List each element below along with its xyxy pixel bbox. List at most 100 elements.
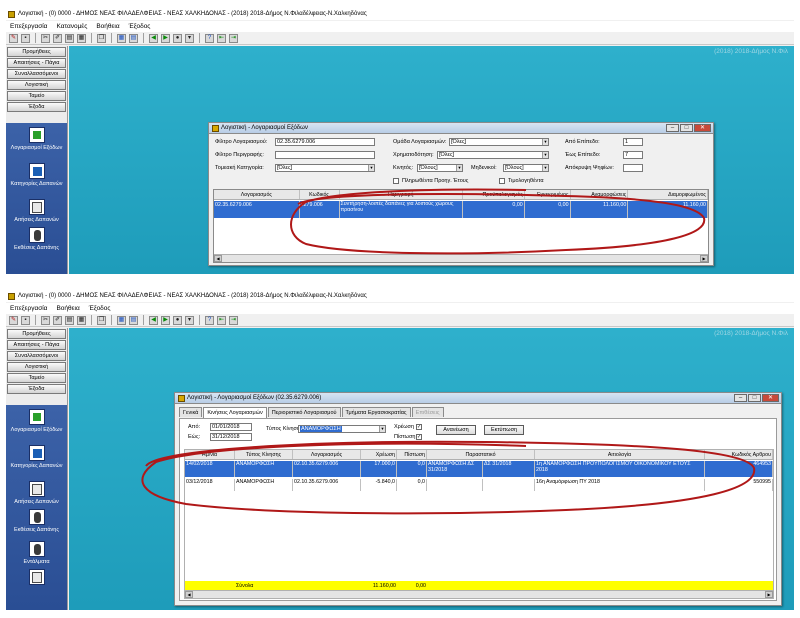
sidebar-button-procurement[interactable]: Προμήθειες bbox=[7, 47, 66, 57]
exit-icon[interactable]: ⇥ bbox=[229, 33, 238, 43]
sidebar-button-treasury[interactable]: Ταμείο bbox=[7, 91, 66, 101]
table-row[interactable]: 14/02/2018 ΑΝΑΜΟΡΦΩΣΗ 02.10.35.6279.006 … bbox=[185, 461, 773, 477]
account-group-select[interactable]: [Όλες] ▼ bbox=[449, 138, 549, 146]
nav-item-expense-requests[interactable]: Αιτήσεις Δαπανών bbox=[6, 481, 67, 506]
save-icon[interactable]: ▪ bbox=[21, 33, 30, 43]
minimize-icon[interactable]: – bbox=[666, 124, 679, 132]
expired-checkbox[interactable] bbox=[393, 178, 399, 184]
column-header[interactable]: Χρέωση bbox=[361, 450, 397, 459]
column-header[interactable]: Διαμορφωμένος bbox=[628, 190, 708, 199]
sidebar-button-receivables[interactable]: Απαιτήσεις - Πάγια bbox=[7, 58, 66, 68]
tab-attachments[interactable]: Επιθέσεις bbox=[411, 407, 444, 417]
next-icon[interactable]: ▶ bbox=[161, 33, 170, 43]
tab-movements[interactable]: Κινήσεις Λογαριασμών bbox=[203, 407, 267, 418]
nav-item-expense-reports[interactable]: Εκθέσεις Δαπάνης bbox=[6, 227, 67, 252]
hide-fields-stepper[interactable] bbox=[623, 164, 643, 172]
column-header[interactable]: Τύπος Κίνησης bbox=[235, 450, 293, 459]
column-header[interactable]: Λογαριασμός bbox=[293, 450, 361, 459]
sidebar-button-accounting[interactable]: Λογιστική bbox=[7, 80, 66, 90]
table-icon[interactable]: ▤ bbox=[129, 315, 138, 325]
scroll-left-icon[interactable]: ◀ bbox=[185, 591, 193, 598]
prev-icon[interactable]: ◀ bbox=[149, 315, 158, 325]
edit-icon[interactable]: ✐ bbox=[53, 315, 62, 325]
nav-item-expense-requests[interactable]: Αιτήσεις Δαπανών bbox=[6, 199, 67, 224]
movement-type-select[interactable]: ΑΝΑΜΟΡΦΩΣΗ ▼ bbox=[298, 425, 386, 433]
back-icon[interactable]: ⇤ bbox=[217, 315, 226, 325]
cut-icon[interactable]: ✂ bbox=[41, 315, 50, 325]
scroll-right-icon[interactable]: ▶ bbox=[700, 255, 708, 262]
filter-icon[interactable]: ▾ bbox=[185, 33, 194, 43]
horizontal-scrollbar[interactable]: ◀ ▶ bbox=[214, 254, 708, 262]
sidebar-button-accounting[interactable]: Λογιστική bbox=[7, 362, 66, 372]
copy-icon[interactable]: ❐ bbox=[97, 33, 106, 43]
column-header[interactable]: Αιτιολογία bbox=[535, 450, 705, 459]
new-icon[interactable]: ✎ bbox=[9, 315, 18, 325]
prev-icon[interactable]: ◀ bbox=[149, 33, 158, 43]
sidebar-button-expenses[interactable]: Έξοδα bbox=[7, 384, 66, 394]
column-header[interactable]: Πίστωση bbox=[397, 450, 427, 459]
preview-icon[interactable]: ▦ bbox=[77, 315, 86, 325]
close-icon[interactable]: ✕ bbox=[762, 394, 779, 402]
exit-icon[interactable]: ⇥ bbox=[229, 315, 238, 325]
sidebar-button-expenses[interactable]: Έξοδα bbox=[7, 102, 66, 112]
table-icon[interactable]: ▤ bbox=[129, 33, 138, 43]
column-header[interactable]: Αναμορφώσεις bbox=[571, 190, 629, 199]
cut-icon[interactable]: ✂ bbox=[41, 33, 50, 43]
to-date-input[interactable]: 31/12/2018 bbox=[210, 433, 252, 441]
table-row[interactable]: 02.35.6279.006 6279.006 Συντήρηση-λοιπές… bbox=[214, 201, 708, 218]
nav-item-expense-accounts[interactable]: Λογαριασμοί Εξόδων bbox=[6, 127, 67, 152]
zero-select[interactable]: [Όλους] ▼ bbox=[503, 164, 549, 172]
to-level-stepper[interactable]: 7 bbox=[623, 151, 643, 159]
menu-allocations[interactable]: Κατανομές bbox=[56, 21, 87, 32]
from-date-input[interactable]: 01/01/2018 bbox=[210, 423, 252, 431]
scroll-right-icon[interactable]: ▶ bbox=[765, 591, 773, 598]
tab-general[interactable]: Γενικά bbox=[179, 407, 203, 417]
close-icon[interactable]: ✕ bbox=[694, 124, 711, 132]
nav-item-warrants[interactable]: Εντάλματα bbox=[6, 541, 67, 566]
maximize-icon[interactable]: □ bbox=[748, 394, 761, 402]
column-header[interactable]: Κωδικός Αρθρου bbox=[705, 450, 773, 459]
nav-item-more[interactable] bbox=[6, 569, 67, 587]
confirmed-checkbox[interactable] bbox=[499, 178, 505, 184]
scroll-left-icon[interactable]: ◀ bbox=[214, 255, 222, 262]
column-header[interactable]: Κωδικός bbox=[300, 190, 340, 199]
account-filter-input[interactable]: 02.35.6279.006 bbox=[275, 138, 375, 146]
sidebar-button-procurement[interactable]: Προμήθειες bbox=[7, 329, 66, 339]
menu-help[interactable]: Βοήθεια bbox=[56, 303, 79, 314]
column-header[interactable]: Προϋπολογισμός bbox=[463, 190, 525, 199]
nav-item-expense-categories[interactable]: Κατηγορίες Δαπανών bbox=[6, 445, 67, 470]
sidebar-button-counterparties[interactable]: Συναλλασσόμενοι bbox=[7, 69, 66, 79]
maximize-icon[interactable]: □ bbox=[680, 124, 693, 132]
find-icon[interactable]: ● bbox=[173, 315, 182, 325]
tab-departments[interactable]: Τμήματα Εργασιοκρατίας bbox=[341, 407, 411, 417]
debit-checkbox[interactable]: ✓ bbox=[416, 424, 422, 430]
credit-checkbox[interactable]: ✓ bbox=[416, 434, 422, 440]
nav-item-expense-accounts[interactable]: Λογαριασμοί Εξόδων bbox=[6, 409, 67, 434]
table-row[interactable]: 03/12/2018 ΑΝΑΜΟΡΦΩΣΗ 02.10.35.6279.006 … bbox=[185, 479, 773, 491]
movable-select[interactable]: [Όλους] ▼ bbox=[417, 164, 463, 172]
sidebar-button-receivables[interactable]: Απαιτήσεις - Πάγια bbox=[7, 340, 66, 350]
refresh-button[interactable]: Ανανέωση bbox=[436, 425, 476, 435]
preview-icon[interactable]: ▦ bbox=[77, 33, 86, 43]
find-icon[interactable]: ● bbox=[173, 33, 182, 43]
tab-restrictive[interactable]: Περιοριστικό Λογαριασμού bbox=[267, 407, 341, 417]
sidebar-button-counterparties[interactable]: Συναλλασσόμενοι bbox=[7, 351, 66, 361]
save-icon[interactable]: ▪ bbox=[21, 315, 30, 325]
menu-exit[interactable]: Έξοδος bbox=[129, 21, 151, 32]
column-header[interactable]: Εγκεκριμένος bbox=[525, 190, 571, 199]
next-icon[interactable]: ▶ bbox=[161, 315, 170, 325]
column-header[interactable]: Ημ/νία bbox=[185, 450, 235, 459]
column-header[interactable]: Λογαριασμός bbox=[214, 190, 300, 199]
menu-exit[interactable]: Έξοδος bbox=[89, 303, 111, 314]
horizontal-scrollbar[interactable]: ◀ ▶ bbox=[185, 590, 773, 598]
column-header[interactable]: Περιγραφή bbox=[340, 190, 463, 199]
grid-icon[interactable]: ▦ bbox=[117, 33, 126, 43]
back-icon[interactable]: ⇤ bbox=[217, 33, 226, 43]
new-icon[interactable]: ✎ bbox=[9, 33, 18, 43]
print-icon[interactable]: ▤ bbox=[65, 315, 74, 325]
nav-item-expense-categories[interactable]: Κατηγορίες Δαπανών bbox=[6, 163, 67, 188]
menu-help[interactable]: Βοήθεια bbox=[96, 21, 119, 32]
menu-edit[interactable]: Επεξεργασία bbox=[10, 303, 47, 314]
column-header[interactable]: Παραστατικό bbox=[427, 450, 535, 459]
copy-icon[interactable]: ❐ bbox=[97, 315, 106, 325]
